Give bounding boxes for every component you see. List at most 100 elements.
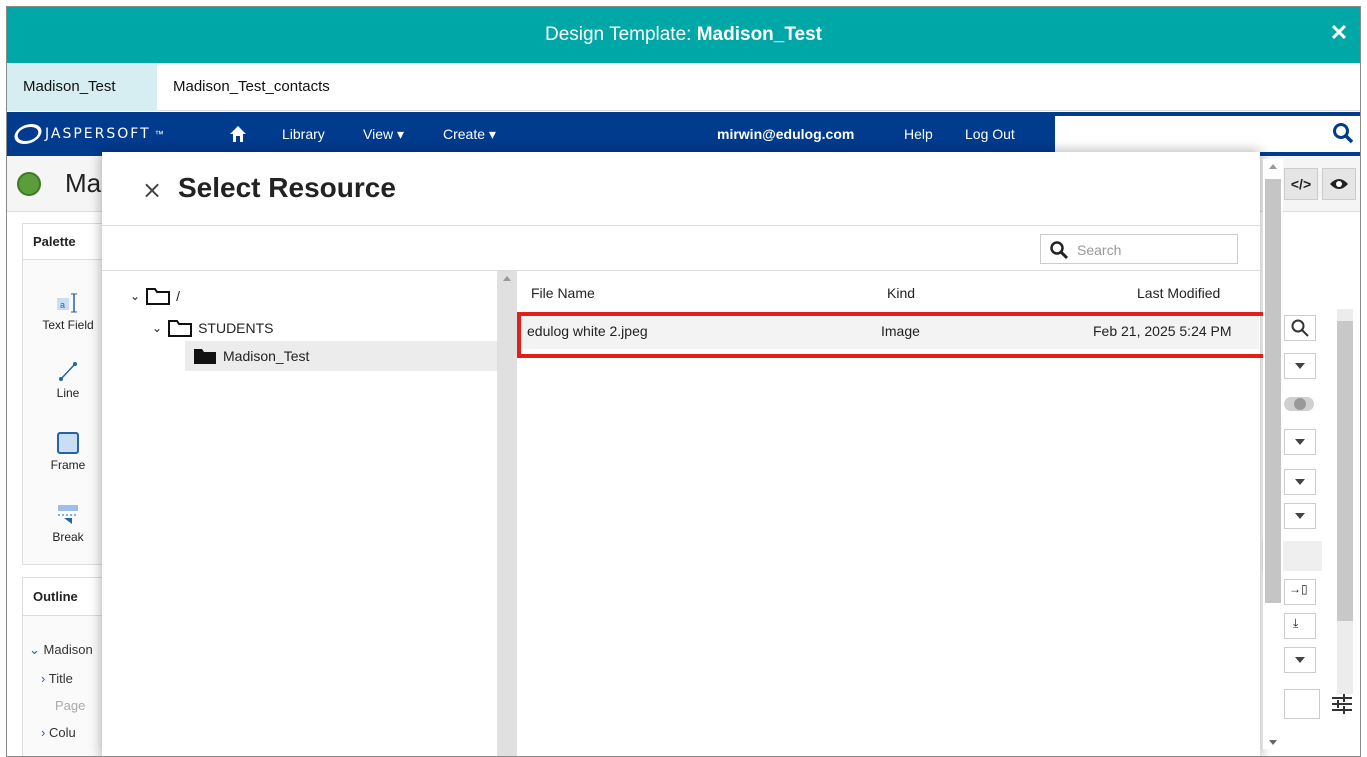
fit-width-icon[interactable]: →▯ [1284,579,1316,605]
outline-item-label: Title [48,671,73,686]
scrollbar-thumb[interactable] [1265,179,1281,603]
scroll-down-icon[interactable] [1263,737,1283,749]
palette-item-label: Break [52,530,84,544]
report-icon [17,172,41,196]
toggle-switch[interactable] [1284,391,1316,417]
jaspersoft-logo[interactable]: JASPERSOFT ™ [11,120,164,148]
home-icon[interactable] [229,112,247,156]
outline-item-root[interactable]: ⌄ Madison [29,642,93,658]
logo-text: JASPERSOFT [45,126,151,142]
chevron-down-icon: ⌄ [130,289,141,303]
nav-user[interactable]: mirwin@edulog.com [717,112,854,156]
nav-library[interactable]: Library [282,112,325,156]
tree-item-madison-test[interactable]: Madison_Test [185,341,497,371]
folder-icon [168,320,193,337]
report-title: Ma [65,168,102,198]
search-placeholder: Search [1077,242,1122,258]
palette-item-frame[interactable]: Frame [23,432,113,472]
column-header-last-modified[interactable]: Last Modified [1137,285,1220,301]
outline-panel: Outline ⌄ Madison › Title Page › Colu [22,577,112,756]
align-bottom-icon[interactable]: ⤓ [1284,613,1316,639]
tree-item-students[interactable]: ⌄ STUDENTS [152,319,274,337]
text-field-icon: a [56,292,80,314]
nav-help[interactable]: Help [904,112,933,156]
properties-scrollbar[interactable] [1337,309,1353,694]
window-frame: Design Template: Madison_Test ✕ Madison_… [6,6,1361,757]
search-icon[interactable] [1284,315,1316,341]
dropdown-toggle[interactable] [1284,469,1316,495]
svg-text:a: a [60,300,65,310]
highlight-annotation [517,312,1276,358]
folder-filled-icon [194,349,216,364]
folder-tree: ⌄ / ⌄ STUDENTS Madison_Test [102,270,517,756]
dropdown-toggle[interactable] [1284,429,1316,455]
chevron-down-icon: ⌄ [152,321,163,335]
palette-item-text-field[interactable]: a Text Field [23,292,113,332]
select-resource-dialog: × Select Resource Search ⌄ / ⌄ STUDENTS … [102,152,1283,756]
tree-item-label: STUDENTS [198,320,274,336]
dialog-title: Select Resource [178,172,396,203]
scroll-up-icon[interactable] [1263,160,1283,172]
tree-item-root[interactable]: ⌄ / [130,287,180,305]
nav-view[interactable]: View ▾ [363,112,404,156]
value-input[interactable] [1284,689,1320,719]
preview-eye-icon[interactable] [1322,168,1356,200]
window-title-name: Madison_Test [696,24,822,45]
break-icon [56,504,80,526]
folder-icon [146,288,171,305]
tree-scrollbar[interactable] [497,271,517,756]
scrollbar-thumb[interactable] [1337,321,1353,621]
dropdown-toggle[interactable] [1284,503,1316,529]
palette-header: Palette [23,224,111,260]
global-search-input[interactable] [1055,116,1360,152]
nav-create[interactable]: Create ▾ [443,112,496,156]
dialog-header: × Select Resource [102,152,1260,226]
frame-icon [56,432,80,454]
line-icon [56,360,80,382]
tab-madison-test-contacts[interactable]: Madison_Test_contacts [157,63,346,111]
palette-item-break[interactable]: Break [23,504,113,544]
tree-item-label: / [176,288,180,304]
search-icon[interactable] [1049,240,1069,260]
column-header-kind[interactable]: Kind [887,285,915,301]
dropdown-toggle[interactable] [1284,647,1316,673]
nav-logout[interactable]: Log Out [965,112,1015,156]
column-header-file-name[interactable]: File Name [531,285,595,301]
tab-madison-test[interactable]: Madison_Test [7,63,157,111]
palette-item-label: Text Field [42,318,94,332]
report-toolbar: </> [1280,168,1360,200]
close-dialog-button[interactable]: × [142,176,162,204]
outline-item-page[interactable]: Page [55,698,85,713]
outline-item-column[interactable]: › Colu [41,725,76,740]
outline-header: Outline [23,578,111,616]
caret-down-icon: ▾ [488,126,496,142]
resource-search-input[interactable]: Search [1040,234,1238,264]
window-title-bar: Design Template: Madison_Test ✕ [7,7,1360,63]
tree-item-label: Madison_Test [223,348,310,364]
outline-item-label: Colu [48,725,76,740]
chevron-right-icon: › [41,725,46,740]
outline-item-label: Madison [43,642,93,657]
window-title-prefix: Design Template: [544,24,697,45]
dialog-scrollbar[interactable] [1263,159,1283,749]
close-window-button[interactable]: ✕ [1318,12,1360,54]
dropdown-toggle[interactable] [1284,353,1316,379]
palette-item-label: Frame [50,458,86,472]
chevron-down-icon: ⌄ [29,642,40,657]
scroll-up-icon[interactable] [497,272,517,284]
nav-create-label: Create [443,126,486,142]
palette-item-label: Line [56,386,80,400]
adjust-sliders-icon[interactable] [1330,693,1354,715]
code-view-icon[interactable]: </> [1284,168,1318,200]
logo-tm: ™ [154,129,164,139]
palette-item-line[interactable]: Line [23,360,113,400]
nav-view-label: View [363,126,394,142]
jaspersoft-logo-icon [11,124,45,144]
top-navigation: JASPERSOFT ™ Library View ▾ Create ▾ mirw… [7,112,1360,156]
tab-bar: Madison_Test Madison_Test_contacts [7,63,1360,111]
chevron-right-icon: › [41,671,46,686]
search-icon[interactable] [1332,122,1354,144]
palette-panel: Palette a Text Field Line Frame Break [22,223,112,565]
caret-down-icon: ▾ [396,126,405,142]
outline-item-title[interactable]: › Title [41,671,73,686]
